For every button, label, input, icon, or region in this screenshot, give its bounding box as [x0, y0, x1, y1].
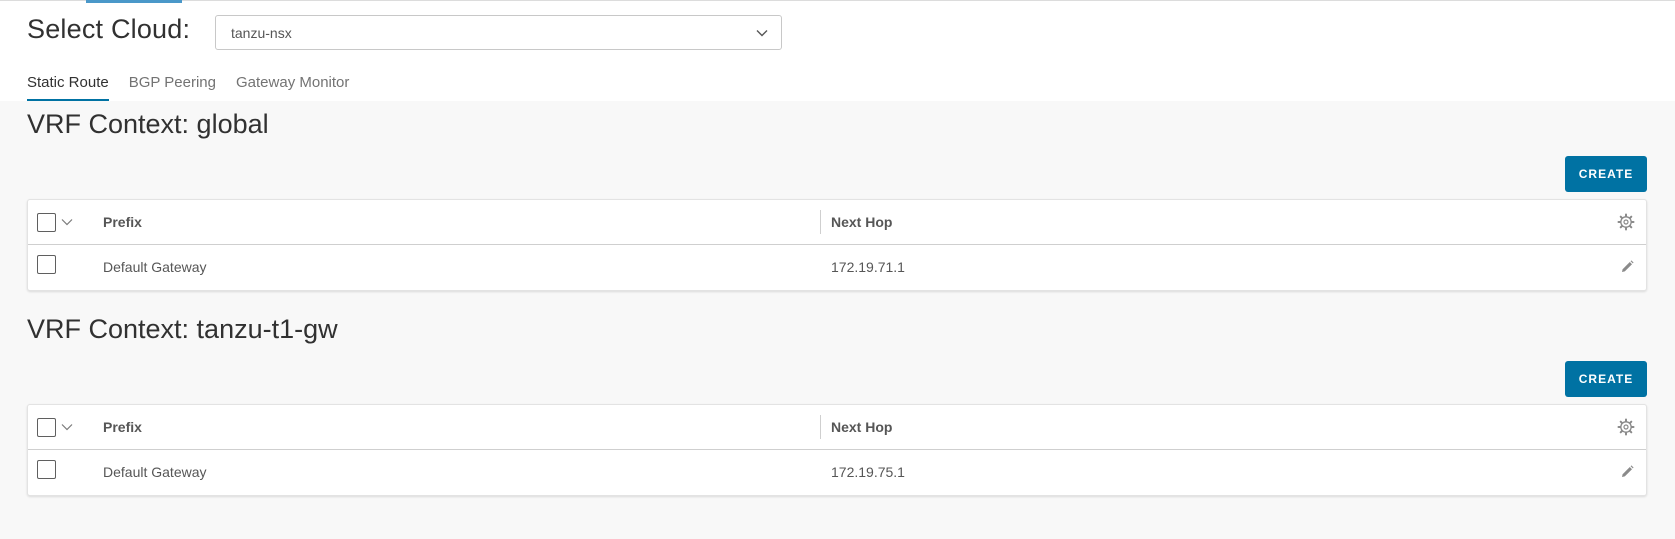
tab-gateway-monitor[interactable]: Gateway Monitor	[236, 72, 349, 102]
create-button[interactable]: CREATE	[1565, 361, 1647, 397]
row-checkbox[interactable]	[37, 255, 56, 274]
cell-prefix: Default Gateway	[103, 464, 207, 480]
top-bar: Select Cloud: tanzu-nsx Static Route BGP…	[0, 0, 1675, 102]
content-area: VRF Context: global CREATE Prefix Next H…	[0, 101, 1675, 539]
cell-next-hop: 172.19.75.1	[831, 464, 905, 480]
grid-header-row: Prefix Next Hop	[28, 405, 1646, 450]
static-route-grid: Prefix Next Hop Default Gateway 172.19.7…	[27, 199, 1647, 291]
table-row: Default Gateway 172.19.71.1	[28, 246, 1646, 291]
nav-accent-bar	[86, 0, 182, 3]
pencil-icon[interactable]	[1619, 259, 1635, 275]
chevron-down-icon[interactable]	[61, 217, 73, 227]
static-route-grid: Prefix Next Hop Default Gateway 172.19.7…	[27, 404, 1647, 496]
pencil-icon[interactable]	[1619, 464, 1635, 480]
select-cloud-label: Select Cloud:	[27, 14, 191, 44]
gear-icon[interactable]	[1617, 213, 1635, 231]
row-checkbox[interactable]	[37, 460, 56, 479]
cell-prefix: Default Gateway	[103, 259, 207, 275]
cloud-select-value: tanzu-nsx	[231, 25, 292, 41]
cloud-select[interactable]: tanzu-nsx	[215, 15, 782, 50]
column-header-prefix[interactable]: Prefix	[103, 419, 142, 435]
cell-next-hop: 172.19.71.1	[831, 259, 905, 275]
chevron-down-icon	[756, 30, 768, 37]
gear-icon[interactable]	[1617, 418, 1635, 436]
tab-bgp-peering[interactable]: BGP Peering	[129, 72, 216, 102]
column-separator[interactable]	[820, 210, 821, 234]
page: Select Cloud: tanzu-nsx Static Route BGP…	[0, 0, 1675, 539]
select-all-checkbox[interactable]	[37, 213, 56, 232]
column-header-prefix[interactable]: Prefix	[103, 214, 142, 230]
select-all-checkbox[interactable]	[37, 418, 56, 437]
tab-static-route[interactable]: Static Route	[27, 72, 109, 102]
create-button[interactable]: CREATE	[1565, 156, 1647, 192]
chevron-down-icon[interactable]	[61, 422, 73, 432]
column-header-next-hop[interactable]: Next Hop	[831, 419, 892, 435]
vrf-title: VRF Context: global	[27, 109, 269, 139]
column-header-next-hop[interactable]: Next Hop	[831, 214, 892, 230]
vrf-title: VRF Context: tanzu-t1-gw	[27, 314, 338, 344]
tab-bar: Static Route BGP Peering Gateway Monitor	[27, 72, 369, 102]
grid-header-row: Prefix Next Hop	[28, 200, 1646, 245]
table-row: Default Gateway 172.19.75.1	[28, 451, 1646, 496]
column-separator[interactable]	[820, 415, 821, 439]
